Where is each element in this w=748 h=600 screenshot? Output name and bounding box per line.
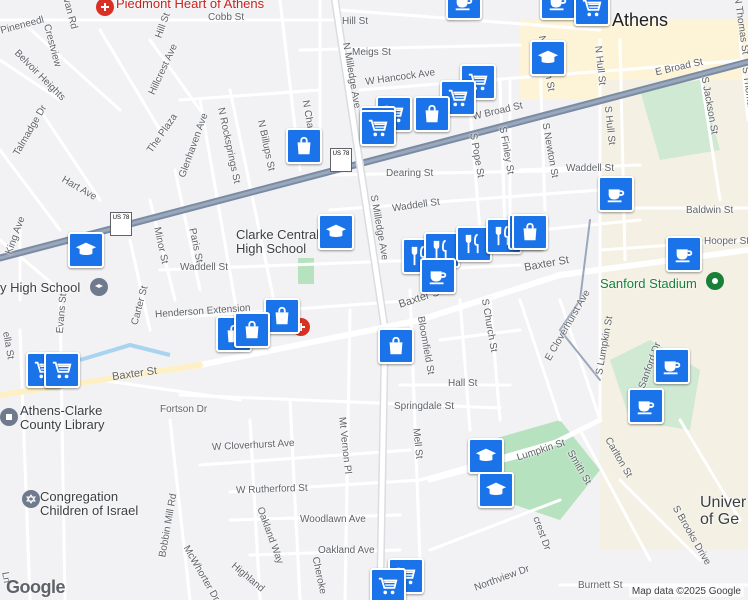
shopping-cart-marker[interactable] — [370, 568, 406, 600]
street-label-hill: Hill St — [342, 16, 369, 27]
star-of-david-icon[interactable] — [22, 490, 40, 508]
street-label-woodlawn: Woodlawn Ave — [300, 514, 366, 525]
cafe-marker[interactable] — [598, 176, 634, 212]
shopping-bag-marker[interactable] — [414, 96, 450, 132]
cafe-marker[interactable] — [540, 0, 576, 20]
city-label-athens: Athens — [612, 10, 669, 30]
school-icon — [325, 221, 347, 243]
cafe-icon — [427, 265, 449, 287]
cafe-icon — [453, 0, 475, 13]
street-label-hooper: Hooper St — [704, 236, 748, 247]
street-label-oakland: Oakland Ave — [318, 545, 375, 556]
street-label-waddell-w: Waddell St — [180, 262, 228, 273]
school-marker[interactable] — [68, 232, 104, 268]
cafe-marker[interactable] — [446, 0, 482, 20]
street-label-baldwin: Baldwin St — [686, 205, 734, 216]
shopping-bag-icon — [421, 103, 443, 125]
place-label-congregation[interactable]: Congregation Children of Israel — [40, 490, 150, 518]
school-marker[interactable] — [530, 40, 566, 76]
shopping-bag-marker[interactable] — [512, 214, 548, 250]
shopping-cart-marker[interactable] — [574, 0, 610, 26]
place-label-clarke-central[interactable]: Clarke Central High School — [236, 228, 326, 256]
street-label-springdale: Springdale St — [394, 401, 455, 412]
cafe-icon — [673, 243, 695, 265]
shopping-cart-icon — [377, 575, 399, 597]
shopping-bag-icon — [385, 335, 407, 357]
shopping-cart-icon — [367, 117, 389, 139]
cafe-marker[interactable] — [628, 388, 664, 424]
school-dot-icon[interactable] — [90, 278, 108, 296]
place-label-piedmont[interactable]: Piedmont Heart of Athens — [116, 0, 264, 11]
shopping-cart-icon — [51, 359, 73, 381]
cafe-marker[interactable] — [666, 236, 702, 272]
place-label-high-school[interactable]: y High School — [0, 280, 80, 295]
street-label-dearing: Dearing St — [386, 168, 434, 179]
shopping-bag-marker[interactable] — [234, 312, 270, 348]
school-marker[interactable] — [468, 438, 504, 474]
map-attribution: Map data ©2025 Google — [628, 586, 744, 597]
street-label-burnett: Burnett St — [578, 580, 623, 591]
street-label-fortson: Fortson Dr — [160, 404, 208, 415]
cafe-marker[interactable] — [420, 258, 456, 294]
google-logo: Google — [6, 577, 66, 597]
cafe-icon — [605, 183, 627, 205]
school-field — [298, 258, 314, 284]
cafe-icon — [661, 355, 683, 377]
street-label-cobb: Cobb St — [208, 12, 245, 23]
shopping-bag-icon — [271, 305, 293, 327]
shopping-bag-icon — [293, 135, 315, 157]
cafe-icon — [547, 0, 569, 13]
place-label-sanford-stadium[interactable]: Sanford Stadium — [600, 276, 697, 291]
cafe-icon — [635, 395, 657, 417]
school-icon — [475, 445, 497, 467]
us-78-shield-icon: US 78 — [330, 148, 352, 172]
street-label-waddell-e: Waddell St — [566, 163, 614, 174]
shopping-bag-icon — [241, 319, 263, 341]
restaurant-icon — [463, 233, 485, 255]
school-marker[interactable] — [478, 472, 514, 508]
place-label-library[interactable]: Athens-Clarke County Library — [20, 404, 130, 432]
cafe-marker[interactable] — [654, 348, 690, 384]
shopping-bag-icon — [519, 221, 541, 243]
street-label-hall: Hall St — [448, 378, 478, 389]
stadium-icon[interactable] — [706, 272, 724, 290]
place-label-uga[interactable]: Univer of Ge — [700, 494, 748, 528]
shopping-cart-marker[interactable] — [360, 110, 396, 146]
map-canvas[interactable]: Cobb St Hill St Hill St Meigs St W Hanco… — [0, 0, 748, 600]
us-78-shield-icon: US 78 — [110, 212, 132, 236]
shopping-cart-icon — [447, 87, 469, 109]
school-icon — [485, 479, 507, 501]
shopping-cart-marker[interactable] — [44, 352, 80, 388]
school-icon — [75, 239, 97, 261]
shopping-cart-icon — [581, 0, 603, 19]
library-icon[interactable] — [0, 408, 18, 426]
school-marker[interactable] — [318, 214, 354, 250]
shopping-bag-marker[interactable] — [286, 128, 322, 164]
school-icon — [537, 47, 559, 69]
shopping-bag-marker[interactable] — [378, 328, 414, 364]
street-label-meigs: Meigs St — [352, 47, 391, 58]
